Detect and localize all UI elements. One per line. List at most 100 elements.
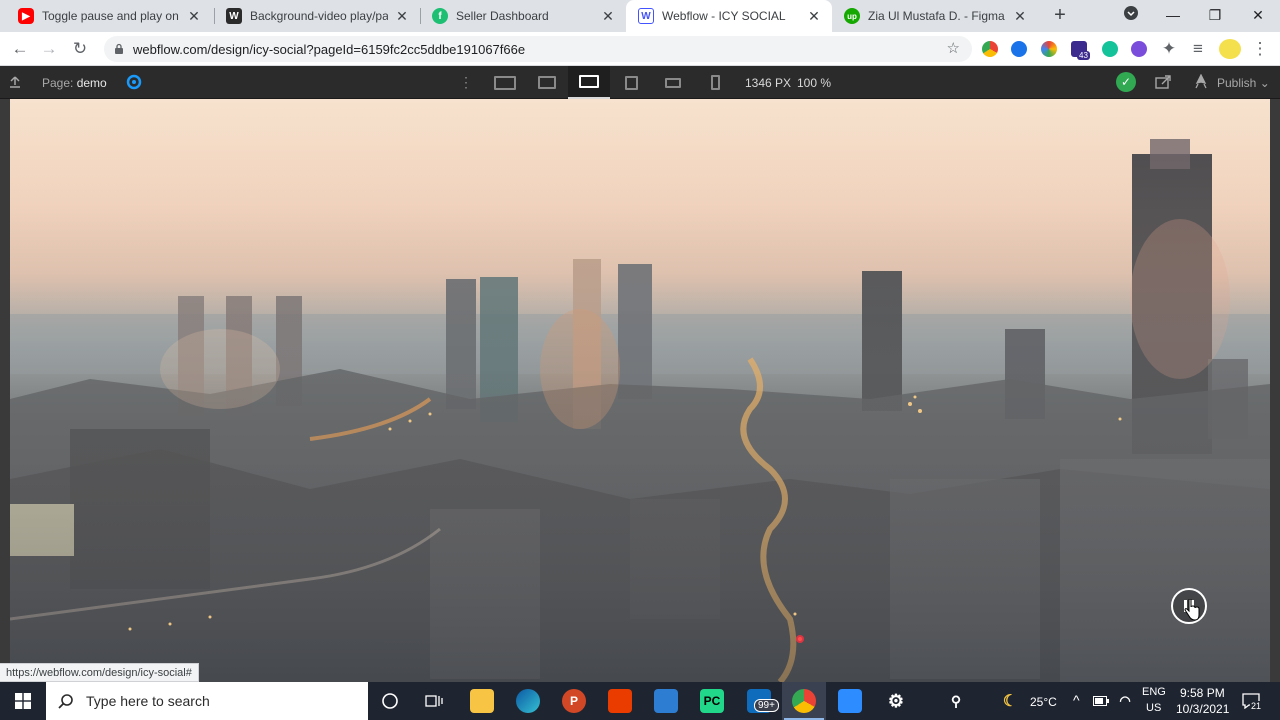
saved-check-icon: ✓ (1116, 72, 1136, 92)
tab-seller-dashboard[interactable]: f Seller Dashboard ✕ (414, 0, 626, 32)
fiverr-icon: f (432, 8, 448, 24)
tab-webflow-icy-social[interactable]: W Webflow - ICY SOCIAL ✕ (626, 0, 832, 32)
share-icon[interactable] (1154, 74, 1172, 90)
language-bottom[interactable]: US (1146, 702, 1161, 714)
hand-cursor-icon (1184, 599, 1200, 621)
language-top[interactable]: ENG (1142, 686, 1166, 698)
forward-button[interactable]: → (37, 37, 61, 61)
webflow-w-icon: W (226, 8, 242, 24)
kebab-menu-icon[interactable]: ⋮ (1248, 37, 1272, 61)
sync-icon[interactable] (125, 74, 143, 90)
canvas-width-readout: 1346 PX (745, 76, 792, 90)
search-placeholder: Type here to search (86, 693, 210, 709)
page-selector[interactable]: Page: demo (42, 76, 107, 90)
weather-icon[interactable]: ☾ (998, 689, 1022, 713)
close-icon[interactable]: ✕ (186, 8, 202, 25)
cortana-icon[interactable] (378, 689, 402, 713)
chrome-icon[interactable] (792, 689, 816, 713)
wifi-icon[interactable]: ◠ (1116, 689, 1134, 713)
restore-button[interactable]: ❐ (1194, 0, 1236, 32)
mail-badge: 99+ (754, 699, 779, 712)
tab-youtube[interactable]: ▶ Toggle pause and play on yo ✕ (0, 0, 212, 32)
new-tab-button[interactable]: + (1048, 4, 1072, 28)
taskbar-search-box[interactable]: Type here to search (46, 682, 368, 720)
file-explorer-icon[interactable] (470, 689, 494, 713)
clock-time[interactable]: 9:58 PM (1180, 686, 1225, 700)
zoom-readout[interactable]: 100 % (797, 76, 831, 90)
page-prefix: Page: (42, 76, 74, 90)
more-options-icon[interactable]: ⋮ (459, 74, 473, 91)
breakpoint-mobile-landscape[interactable] (652, 66, 694, 99)
tab-title: Toggle pause and play on yo (42, 9, 180, 23)
battery-icon[interactable] (1092, 689, 1110, 713)
upwork-icon: up (844, 8, 860, 24)
youtube-icon: ▶ (18, 8, 34, 24)
close-icon[interactable]: ✕ (806, 8, 822, 25)
start-button[interactable] (0, 682, 46, 720)
address-bar[interactable]: webflow.com/design/icy-social?pageId=615… (104, 36, 972, 62)
breakpoint-tablet[interactable] (610, 66, 652, 99)
powerpoint-icon[interactable]: P (562, 689, 586, 713)
office-icon[interactable] (608, 689, 632, 713)
breakpoint-desktop-1280[interactable] (526, 66, 568, 99)
purple-extension-icon[interactable] (1131, 41, 1147, 57)
zoom-app-icon[interactable] (838, 689, 862, 713)
color-picker-extension-icon[interactable] (1041, 41, 1057, 57)
close-icon[interactable]: ✕ (394, 8, 410, 25)
webflow-designer-bar: Page: demo ⋮ 1346 PX 100 % Publish ⌄ (0, 66, 1280, 99)
clock-date[interactable]: 10/3/2021 (1176, 702, 1229, 716)
windows-taskbar: Type here to search P PC 99+ ⚙ ⚲ ☾ 25°C … (0, 682, 1280, 720)
desktop-star-icon (579, 75, 599, 88)
rocket-icon (1195, 74, 1207, 89)
chevron-up-icon[interactable]: ^ (1073, 692, 1080, 708)
windows-logo-icon (15, 693, 31, 709)
store-icon[interactable] (654, 689, 678, 713)
breakpoint-large-desktop[interactable] (484, 66, 526, 99)
breakpoint-desktop-base[interactable] (568, 66, 610, 99)
puzzle-icon[interactable]: ✦ (1157, 37, 1181, 61)
close-icon[interactable]: ✕ (600, 8, 616, 25)
task-view-icon[interactable] (422, 689, 446, 713)
designer-canvas[interactable] (0, 99, 1280, 682)
back-button[interactable]: ← (8, 37, 32, 61)
temperature[interactable]: 25°C (1030, 695, 1057, 709)
tab-title: Webflow - ICY SOCIAL (662, 9, 786, 23)
close-icon[interactable]: ✕ (1012, 8, 1028, 25)
pycharm-icon[interactable]: PC (700, 689, 724, 713)
upload-icon[interactable] (6, 74, 24, 90)
large-desktop-icon (494, 75, 516, 90)
browser-toolbar: ← → ↻ webflow.com/design/icy-social?page… (0, 32, 1280, 66)
url-text: webflow.com/design/icy-social?pageId=615… (133, 42, 526, 57)
tablet-icon (624, 75, 638, 90)
bookmark-star-icon[interactable]: ☆ (947, 39, 960, 57)
lock-icon (115, 43, 123, 54)
minimize-button[interactable]: — (1152, 0, 1194, 32)
tab-search-button[interactable] (1110, 0, 1152, 32)
mobile-portrait-icon (710, 75, 720, 90)
edge-icon[interactable] (516, 689, 540, 713)
settings-gear-icon[interactable]: ⚙ (884, 689, 908, 713)
reading-list-icon[interactable]: ≡ (1186, 37, 1210, 61)
tab-background-video[interactable]: W Background-video play/paus ✕ (208, 0, 420, 32)
publish-label: Publish (1217, 76, 1257, 90)
extension-badge: 43 (1077, 51, 1090, 60)
breakpoint-mobile-portrait[interactable] (694, 66, 736, 99)
tab-upwork[interactable]: up Zia Ul Mustafa D. - Figma to ✕ (832, 0, 1038, 32)
link-status-bubble: https://webflow.com/design/icy-social# (0, 663, 199, 682)
grammarly-icon[interactable] (1102, 41, 1118, 57)
notification-count: 21 (1250, 701, 1263, 711)
city-skyline-image (10, 99, 1270, 682)
reload-button[interactable]: ↻ (68, 37, 92, 61)
droplet-extension-icon[interactable] (1011, 41, 1027, 57)
page-name: demo (76, 76, 107, 90)
tab-title: Zia Ul Mustafa D. - Figma to (868, 9, 1006, 23)
publish-button[interactable]: Publish ⌄ (1217, 76, 1270, 90)
avatar[interactable] (1219, 39, 1241, 59)
chrome-extension-icon[interactable] (982, 41, 998, 57)
background-video[interactable] (10, 99, 1270, 682)
tab-strip: ▶ Toggle pause and play on yo ✕ W Backgr… (0, 0, 1280, 32)
close-window-button[interactable]: ✕ (1237, 0, 1279, 32)
search-icon (58, 694, 73, 709)
people-icon[interactable]: ⚲ (944, 689, 968, 713)
webflow-icon: W (638, 8, 654, 24)
